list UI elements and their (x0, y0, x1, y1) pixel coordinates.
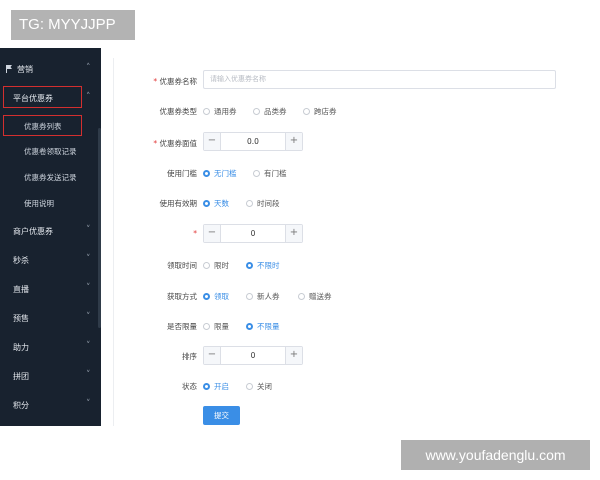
chevron-down-icon: ˅ (86, 341, 91, 351)
flag-icon (6, 65, 12, 73)
sidebar-item-label: 秒杀 (13, 256, 29, 265)
radio-icon (246, 383, 253, 390)
sidebar-item-label: 营销 (17, 65, 33, 74)
radio-validity-days[interactable]: 天数 (203, 198, 229, 209)
highlight-platform-coupon (3, 86, 82, 108)
chevron-down-icon: ˅ (86, 312, 91, 322)
radio-method-gift[interactable]: 赠送券 (298, 291, 332, 302)
radio-status-off[interactable]: 关闭 (246, 381, 272, 392)
sidebar-scrollbar[interactable] (98, 128, 101, 328)
radio-type-general[interactable]: 通用券 (203, 106, 237, 117)
increment-button[interactable]: + (285, 225, 302, 242)
highlight-coupon-list (3, 115, 82, 136)
decrement-button[interactable]: − (204, 347, 221, 364)
sidebar-item-label: 拼团 (13, 372, 29, 381)
radio-checked-icon (203, 383, 210, 390)
radio-type-category[interactable]: 品类券 (253, 106, 287, 117)
radio-icon (203, 262, 210, 269)
radio-checked-icon (246, 262, 253, 269)
sort-label: 排序 (182, 352, 197, 361)
radio-no-threshold[interactable]: 无门槛 (203, 168, 237, 179)
radio-icon (253, 170, 260, 177)
days-stepper[interactable]: − 0 + (203, 224, 303, 243)
radio-icon (253, 108, 260, 115)
radio-checked-icon (203, 200, 210, 207)
threshold-label: 使用门槛 (167, 169, 197, 178)
coupon-name-label: * 优惠券名称 (153, 77, 197, 86)
status-label: 状态 (182, 382, 197, 391)
radio-validity-period[interactable]: 时间段 (246, 198, 280, 209)
increment-button[interactable]: + (285, 347, 302, 364)
submit-button[interactable]: 提交 (203, 406, 240, 425)
sidebar-subitem-claim-records[interactable]: 优惠卷领取记录 (24, 146, 77, 157)
sidebar-item-label: 积分 (13, 401, 29, 410)
radio-icon (246, 200, 253, 207)
sidebar-item-label: 商户优惠券 (13, 227, 53, 236)
radio-method-newcomer[interactable]: 新人券 (246, 291, 280, 302)
radio-icon (203, 108, 210, 115)
coupon-value-stepper[interactable]: − 0.0 + (203, 132, 303, 151)
days-required-mark: * (193, 229, 197, 238)
radio-type-cross-store[interactable]: 跨店券 (303, 106, 337, 117)
stepper-value[interactable]: 0.0 (222, 133, 284, 150)
sidebar-item-label: 助力 (13, 343, 29, 352)
chevron-down-icon: ˅ (86, 283, 91, 293)
chevron-up-icon: ˄ (86, 63, 91, 73)
watermark-bottom: www.youfadenglu.com (401, 440, 590, 470)
coupon-name-input[interactable]: 请输入优惠券名称 (203, 70, 556, 89)
radio-checked-icon (203, 293, 210, 300)
sidebar-subitem-send-records[interactable]: 优惠券发送记录 (24, 172, 77, 183)
sidebar-item-label: 预售 (13, 314, 29, 323)
radio-claim-unlimited[interactable]: 不限时 (246, 260, 280, 271)
chevron-down-icon: ˅ (86, 225, 91, 235)
limit-label: 是否限量 (167, 322, 197, 331)
radio-has-threshold[interactable]: 有门槛 (253, 168, 287, 179)
coupon-type-label: 优惠券类型 (159, 107, 198, 116)
stepper-value[interactable]: 0 (222, 225, 284, 242)
chevron-down-icon: ˅ (86, 399, 91, 409)
increment-button[interactable]: + (285, 133, 302, 150)
stepper-value[interactable]: 0 (222, 347, 284, 364)
chevron-up-icon: ˄ (86, 92, 91, 102)
radio-icon (203, 323, 210, 330)
radio-unlimited[interactable]: 不限量 (246, 321, 280, 332)
sort-stepper[interactable]: − 0 + (203, 346, 303, 365)
validity-label: 使用有效期 (159, 199, 198, 208)
method-label: 获取方式 (167, 292, 197, 301)
sidebar-subitem-instructions[interactable]: 使用说明 (24, 198, 54, 209)
sidebar-item-label: 直播 (13, 285, 29, 294)
radio-claim-limited[interactable]: 限时 (203, 260, 229, 271)
radio-limited[interactable]: 限量 (203, 321, 229, 332)
chevron-down-icon: ˅ (86, 254, 91, 264)
watermark-top: TG: MYYJJPP (11, 10, 135, 40)
radio-checked-icon (246, 323, 253, 330)
radio-icon (246, 293, 253, 300)
decrement-button[interactable]: − (204, 225, 221, 242)
claim-time-label: 领取时间 (167, 261, 197, 270)
chevron-down-icon: ˅ (86, 370, 91, 380)
coupon-value-label: * 优惠券面值 (153, 139, 197, 148)
radio-icon (303, 108, 310, 115)
radio-method-claim[interactable]: 领取 (203, 291, 229, 302)
radio-checked-icon (203, 170, 210, 177)
decrement-button[interactable]: − (204, 133, 221, 150)
radio-status-on[interactable]: 开启 (203, 381, 229, 392)
radio-icon (298, 293, 305, 300)
